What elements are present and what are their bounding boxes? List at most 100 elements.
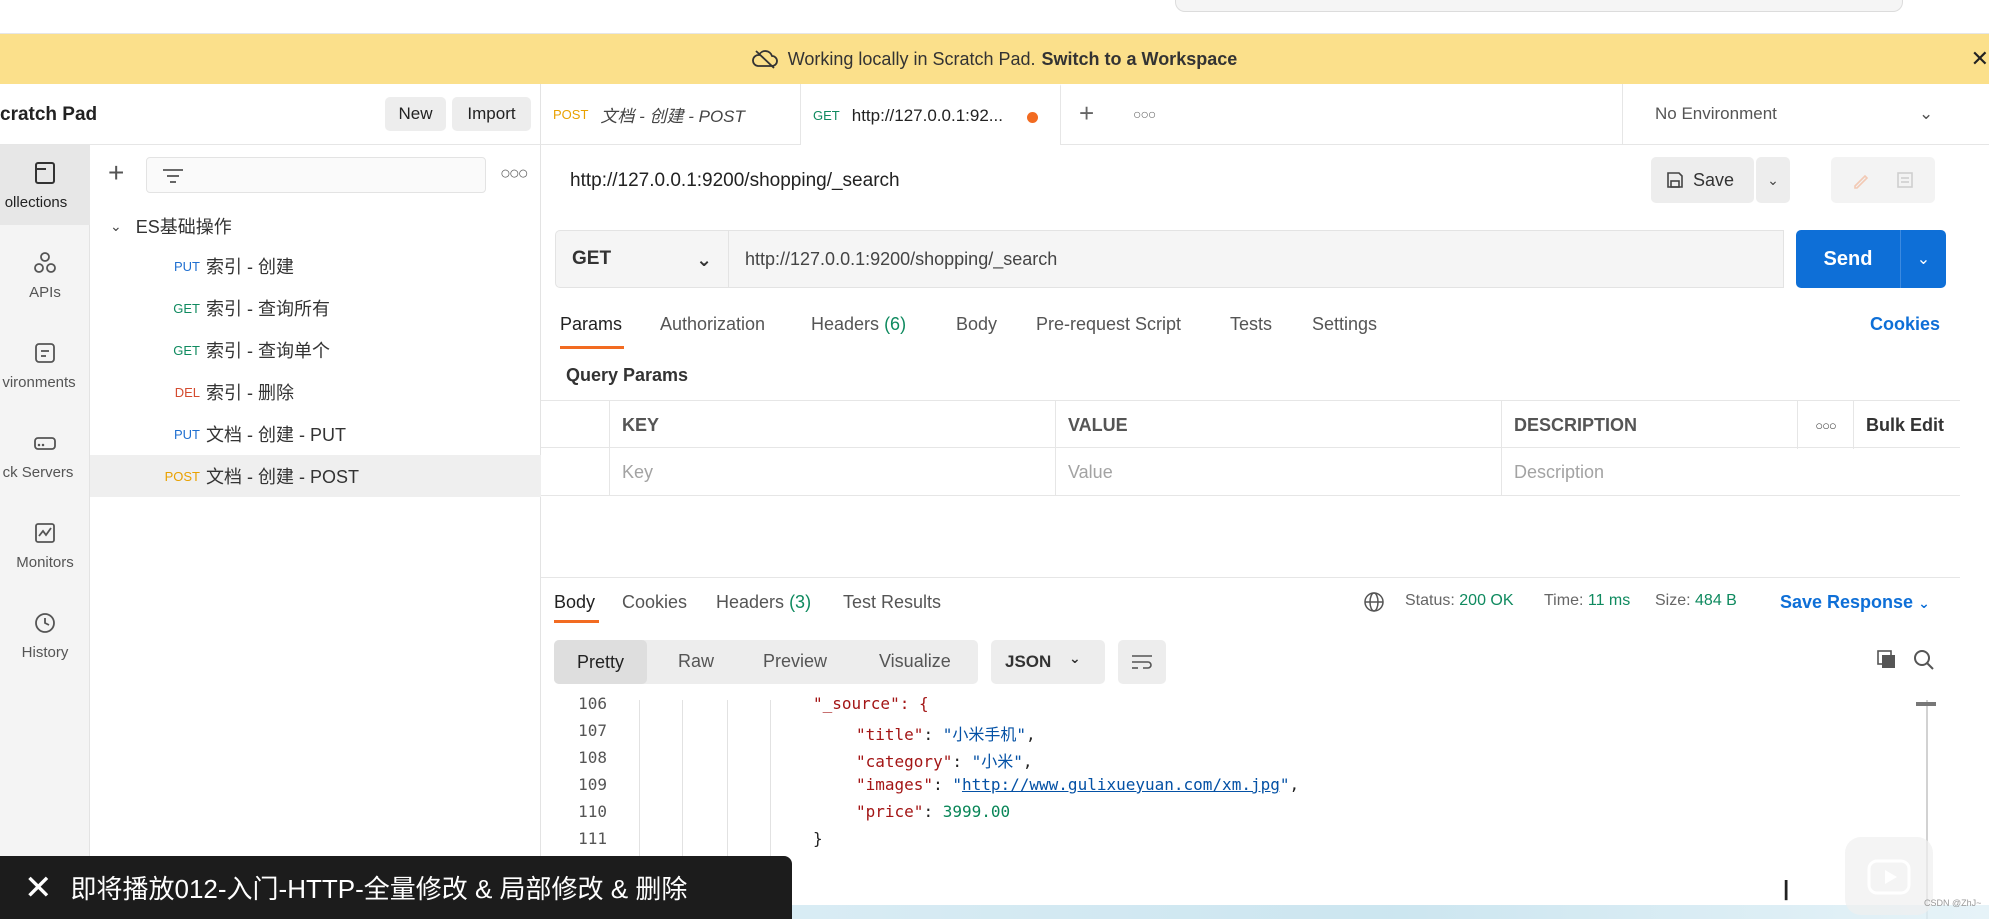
description-input[interactable]: Description [1501, 448, 1960, 496]
method-badge: PUT [174, 426, 200, 442]
method-badge: GET [173, 342, 200, 358]
chevron-down-icon: ⌄ [696, 250, 712, 271]
search-icon[interactable] [1912, 648, 1936, 672]
globe-icon[interactable] [1363, 591, 1385, 613]
tab-headers[interactable]: Headers (6) [811, 314, 906, 335]
status-value: 200 OK [1459, 592, 1514, 609]
rail-monitors[interactable]: Monitors [0, 505, 90, 585]
rail-label: vironments [2, 373, 76, 391]
sidebar-request[interactable]: PUT 文档 - 创建 - PUT [90, 413, 541, 455]
method-select[interactable]: GET ⌄ [555, 230, 729, 288]
format-select[interactable]: JSON ⌄ [991, 640, 1105, 684]
wrap-lines-button[interactable] [1118, 640, 1166, 684]
text-cursor-icon: I [1782, 874, 1791, 907]
rail-mock-servers[interactable]: ck Servers [0, 415, 90, 495]
value-input[interactable]: Value [1055, 448, 1501, 496]
tab-response-body[interactable]: Body [554, 592, 595, 613]
size-readout: Size: 484 B [1655, 592, 1737, 609]
more-options-icon[interactable]: ○○○ [500, 163, 529, 184]
rail-label: ck Servers [2, 463, 74, 481]
status-readout: Status: 200 OK [1405, 592, 1514, 609]
response-divider[interactable] [541, 577, 1960, 578]
add-collection-icon[interactable]: + [108, 159, 124, 187]
sidebar-request[interactable]: DEL 索引 - 删除 [90, 371, 541, 413]
sidebar-request[interactable]: GET 索引 - 查询所有 [90, 287, 541, 329]
view-raw[interactable]: Raw [678, 651, 714, 672]
banner-text: Working locally in Scratch Pad. [787, 48, 1036, 69]
chevron-down-icon: ⌄ [1069, 650, 1081, 666]
pencil-icon [1854, 174, 1869, 189]
tab-more-icon[interactable]: ○○○ [1133, 106, 1156, 122]
chevron-down-icon: ⌄ [1919, 104, 1934, 123]
code-scroll-thumb[interactable] [1916, 702, 1936, 706]
send-button[interactable]: Send [1796, 230, 1900, 288]
top-search-bar[interactable] [1175, 0, 1903, 12]
view-visualize[interactable]: Visualize [879, 651, 951, 672]
collections-icon [35, 161, 55, 184]
edit-docs-buttons[interactable] [1831, 157, 1935, 203]
rail-apis[interactable]: APIs [0, 235, 90, 315]
url-input[interactable]: http://127.0.0.1:9200/shopping/_search [729, 230, 1784, 288]
view-preview[interactable]: Preview [763, 651, 827, 672]
copy-icon[interactable] [1875, 648, 1899, 672]
tab-response-cookies[interactable]: Cookies [622, 592, 687, 613]
active-tab-underline [560, 346, 624, 349]
tab-authorization[interactable]: Authorization [660, 314, 765, 335]
save-button[interactable]: Save [1651, 157, 1754, 203]
sidebar-request-active[interactable]: POST 文档 - 创建 - POST [90, 455, 541, 497]
rail-label: APIs [29, 283, 61, 301]
up-next-toast[interactable]: ✕ 即将播放012-入门-HTTP-全量修改 & 局部修改 & 删除 [0, 856, 792, 919]
video-play-button[interactable] [1845, 837, 1933, 915]
tab-params[interactable]: Params [560, 314, 622, 335]
column-header-value: VALUE [1055, 401, 1501, 449]
method-badge: PUT [174, 258, 200, 274]
play-icon [1867, 859, 1911, 895]
tab-post[interactable]: POST 文档 - 创建 - POST [541, 84, 801, 145]
close-banner-icon[interactable]: ✕ [1971, 46, 1989, 72]
rail-environments[interactable]: vironments [0, 325, 90, 405]
rail-label: History [21, 643, 69, 661]
filter-input[interactable] [146, 157, 486, 193]
collection-es[interactable]: ⌄ ES基础操作 [110, 213, 232, 239]
bulk-edit-button[interactable]: Bulk Edit [1853, 401, 1960, 449]
close-icon[interactable]: ✕ [24, 868, 53, 908]
chevron-down-icon: ⌄ [1916, 251, 1931, 268]
tab-response-headers[interactable]: Headers (3) [716, 592, 811, 613]
image-url-link[interactable]: http://www.gulixueyuan.com/xm.jpg [962, 775, 1280, 794]
new-tab-icon[interactable]: + [1079, 98, 1094, 129]
tab-settings[interactable]: Settings [1312, 314, 1377, 335]
cookies-link[interactable]: Cookies [1870, 314, 1940, 335]
request-name: 文档 - 创建 - PUT [206, 425, 346, 445]
table-more-icon[interactable]: ○○○ [1797, 401, 1853, 449]
request-name: 文档 - 创建 - POST [206, 467, 359, 487]
apis-icon [34, 251, 56, 273]
collections-sidebar: + ○○○ ⌄ ES基础操作 PUT 索引 - 创建 GET 索引 - 查询所有… [90, 145, 541, 919]
request-name: 索引 - 查询单个 [206, 341, 330, 361]
environment-select[interactable]: No Environment ⌄ [1622, 84, 1989, 145]
sidebar-request[interactable]: GET 索引 - 查询单个 [90, 329, 541, 371]
headers-count: (3) [789, 592, 812, 612]
send-options-button[interactable]: ⌄ [1900, 230, 1946, 288]
save-response-button[interactable]: Save Response ⌄ [1780, 592, 1930, 613]
request-title[interactable]: http://127.0.0.1:9200/shopping/_search [570, 170, 900, 192]
new-button[interactable]: New [385, 97, 446, 131]
view-pretty[interactable]: Pretty [554, 640, 648, 684]
method-badge: POST [164, 468, 200, 484]
tab-test-results[interactable]: Test Results [843, 592, 941, 613]
tab-body[interactable]: Body [956, 314, 997, 335]
scratch-pad-banner: Working locally in Scratch Pad. Switch t… [0, 34, 1989, 84]
sidebar-request[interactable]: PUT 索引 - 创建 [90, 245, 541, 287]
tab-tests[interactable]: Tests [1230, 314, 1272, 335]
save-options-button[interactable]: ⌄ [1756, 157, 1790, 203]
rail-history[interactable]: History [0, 595, 90, 675]
watermark-text: CSDN @ZhJ~ [1924, 898, 1982, 908]
environments-icon [35, 342, 55, 363]
import-button[interactable]: Import [452, 97, 531, 131]
mock-servers-icon [34, 436, 56, 450]
key-input[interactable]: Key [609, 448, 1055, 496]
tab-pre-request-script[interactable]: Pre-request Script [1036, 314, 1181, 335]
rail-collections[interactable]: ollections [0, 145, 90, 225]
tab-get-active[interactable]: GET http://127.0.0.1:92... [801, 84, 1061, 145]
unsaved-dot-icon [1027, 112, 1038, 123]
switch-workspace-link[interactable]: Switch to a Workspace [1042, 49, 1238, 70]
